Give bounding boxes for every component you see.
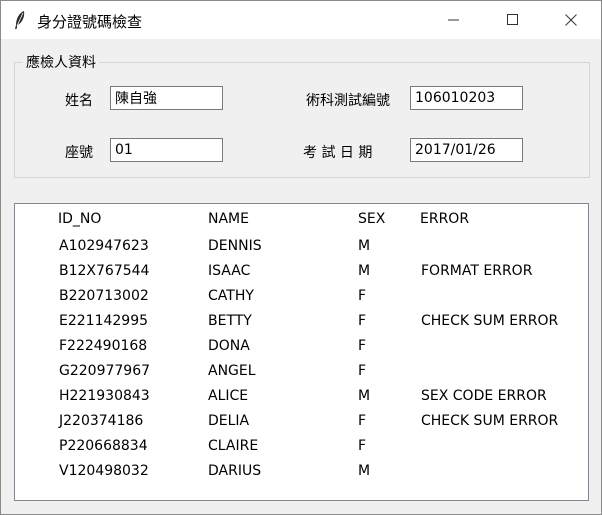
cell-sex: M xyxy=(358,238,371,254)
title-bar[interactable]: 身分證號碼檢查 xyxy=(1,1,601,39)
column-header-sex[interactable]: SEX xyxy=(353,204,415,234)
cell-name: DENNIS xyxy=(208,238,262,254)
table-row[interactable]: H221930843 ALICE M SEX CODE ERROR xyxy=(15,384,588,409)
exam-date-label: 考 試 日 期 xyxy=(303,145,373,161)
cell-error: SEX CODE ERROR xyxy=(421,388,547,404)
name-field[interactable] xyxy=(110,86,223,110)
cell-error: CHECK SUM ERROR xyxy=(421,313,559,329)
table-row[interactable]: B12X767544 ISAAC M FORMAT ERROR xyxy=(15,259,588,284)
table-row[interactable]: J220374186 DELIA F CHECK SUM ERROR xyxy=(15,409,588,434)
group-title: 應檢人資料 xyxy=(23,52,99,72)
cell-sex: F xyxy=(358,338,367,354)
table-row[interactable]: P220668834 CLAIRE F xyxy=(15,434,588,459)
seat-field[interactable] xyxy=(110,138,223,162)
column-header-id[interactable]: ID_NO xyxy=(53,204,203,234)
cell-name: ISAAC xyxy=(208,263,251,279)
cell-id: G220977967 xyxy=(59,363,151,379)
table-row[interactable]: B220713002 CATHY F xyxy=(15,284,588,309)
column-header-error[interactable]: ERROR xyxy=(415,204,585,234)
cell-sex: F xyxy=(358,363,367,379)
exam-number-label: 術科測試編號 xyxy=(306,93,390,109)
cell-id: E221142995 xyxy=(59,313,149,329)
exam-date-field[interactable] xyxy=(410,138,523,162)
cell-sex: M xyxy=(358,388,371,404)
cell-name: DELIA xyxy=(208,413,250,429)
table-row[interactable]: G220977967 ANGEL F xyxy=(15,359,588,384)
cell-id: J220374186 xyxy=(59,413,144,429)
window-title: 身分證號碼檢查 xyxy=(37,13,143,31)
cell-id: V120498032 xyxy=(59,463,149,479)
result-table[interactable]: ID_NO NAME SEX ERROR A102947623 DENNIS M B1… xyxy=(14,203,589,501)
cell-sex: F xyxy=(358,313,367,329)
table-row[interactable]: V120498032 DARIUS M xyxy=(15,459,588,484)
close-button[interactable] xyxy=(548,1,594,39)
table-row[interactable]: A102947623 DENNIS M xyxy=(15,234,588,259)
maximize-button[interactable] xyxy=(490,1,536,39)
minimize-button[interactable] xyxy=(431,1,477,39)
cell-id: P220668834 xyxy=(59,438,148,454)
cell-sex: F xyxy=(358,288,367,304)
seat-label: 座號 xyxy=(65,145,93,161)
cell-name: CATHY xyxy=(208,288,254,304)
close-icon xyxy=(565,14,577,26)
feather-icon xyxy=(15,11,25,29)
cell-id: B12X767544 xyxy=(59,263,150,279)
cell-name: ALICE xyxy=(208,388,249,404)
app-window: 身分證號碼檢查 應檢人資料 姓名 術科測試編號 座號 考 試 日 期 ID_NO… xyxy=(0,0,602,515)
cell-sex: F xyxy=(358,413,367,429)
maximize-icon xyxy=(507,14,518,25)
exam-number-field[interactable] xyxy=(410,86,523,110)
table-row[interactable]: E221142995 BETTY F CHECK SUM ERROR xyxy=(15,309,588,334)
cell-error: CHECK SUM ERROR xyxy=(421,413,559,429)
table-row[interactable]: F222490168 DONA F xyxy=(15,334,588,359)
cell-name: DONA xyxy=(208,338,250,354)
client-area: 應檢人資料 姓名 術科測試編號 座號 考 試 日 期 ID_NO NAME SE… xyxy=(1,39,601,514)
cell-error: FORMAT ERROR xyxy=(421,263,533,279)
table-body: A102947623 DENNIS M B12X767544 ISAAC M FORMAT … xyxy=(15,234,588,484)
name-label: 姓名 xyxy=(65,93,93,109)
cell-name: BETTY xyxy=(208,313,252,329)
cell-sex: F xyxy=(358,438,367,454)
column-header-name[interactable]: NAME xyxy=(203,204,353,234)
cell-sex: M xyxy=(358,463,371,479)
cell-id: F222490168 xyxy=(59,338,148,354)
cell-sex: M xyxy=(358,263,371,279)
cell-name: DARIUS xyxy=(208,463,262,479)
minimize-icon xyxy=(448,19,459,21)
cell-name: CLAIRE xyxy=(208,438,259,454)
cell-id: A102947623 xyxy=(59,238,149,254)
cell-id: B220713002 xyxy=(59,288,149,304)
cell-id: H221930843 xyxy=(59,388,150,404)
cell-name: ANGEL xyxy=(208,363,256,379)
